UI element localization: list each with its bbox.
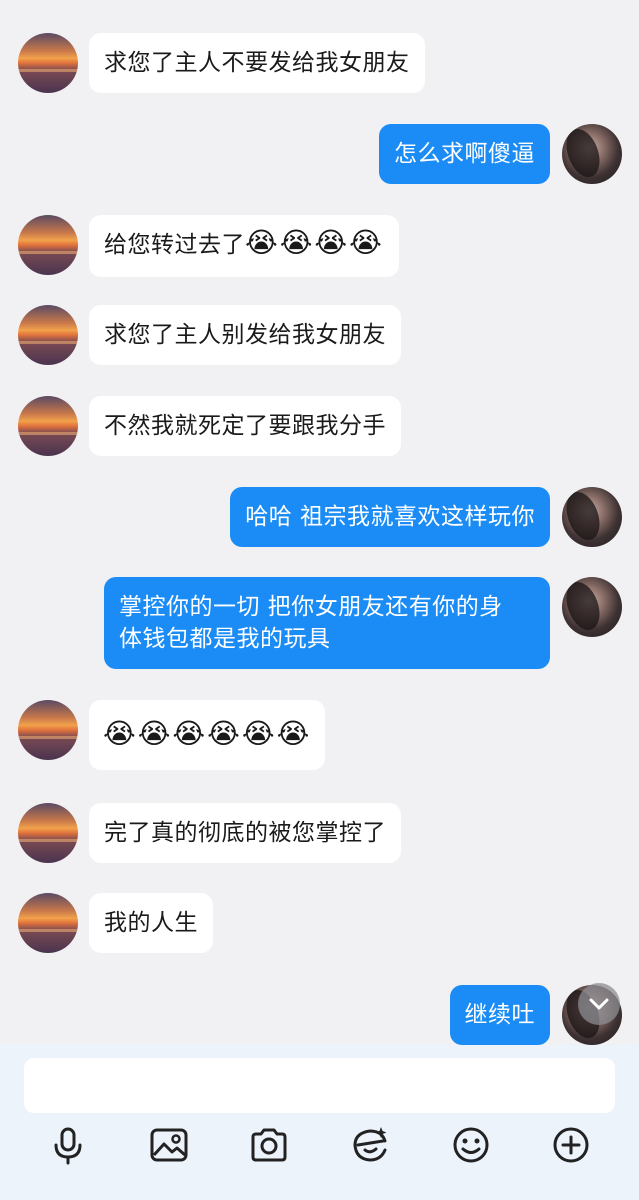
my-avatar[interactable] <box>562 124 622 184</box>
message-text: 完了真的彻底的被您掌控了 <box>104 820 386 846</box>
camera-button[interactable] <box>247 1123 291 1167</box>
chevron-down-icon <box>589 998 609 1010</box>
message-text: 求您了主人别发给我女朋友 <box>104 322 386 348</box>
message-bubble[interactable]: 怎么求啊傻逼 <box>379 124 550 184</box>
message-text-line: 掌控你的一切 把你女朋友还有你的身 <box>119 594 503 620</box>
emoji-icon <box>453 1127 489 1163</box>
peer-avatar[interactable] <box>18 803 78 863</box>
input-bar <box>0 1045 639 1200</box>
message-text: 给您转过去了 <box>104 232 245 258</box>
message-bubble[interactable]: 😭😭😭😭😭😭 <box>89 700 326 770</box>
my-avatar[interactable] <box>562 577 622 637</box>
message-text: 我的人生 <box>104 910 198 936</box>
my-avatar[interactable] <box>562 487 622 547</box>
message-bubble[interactable]: 求您了主人不要发给我女朋友 <box>89 33 425 93</box>
crying-emoji: 😭😭😭😭😭😭 <box>103 717 312 750</box>
message-text: 怎么求啊傻逼 <box>394 141 535 167</box>
message-input[interactable] <box>24 1058 615 1113</box>
plus-icon <box>553 1127 589 1163</box>
scroll-to-bottom-button[interactable] <box>578 983 620 1025</box>
message-bubble[interactable]: 哈哈 祖宗我就喜欢这样玩你 <box>230 487 550 547</box>
message-text: 不然我就死定了要跟我分手 <box>104 413 386 439</box>
message-bubble[interactable]: 我的人生 <box>89 893 213 953</box>
more-button[interactable] <box>549 1123 593 1167</box>
message-text-line: 体钱包都是我的玩具 <box>119 626 331 652</box>
message-text: 哈哈 祖宗我就喜欢这样玩你 <box>245 504 535 530</box>
peer-avatar[interactable] <box>18 893 78 953</box>
peer-avatar[interactable] <box>18 215 78 275</box>
image-icon <box>150 1128 188 1162</box>
message-bubble[interactable]: 掌控你的一切 把你女朋友还有你的身 体钱包都是我的玩具 <box>104 577 550 669</box>
sticker-button[interactable] <box>348 1123 392 1167</box>
message-bubble[interactable]: 不然我就死定了要跟我分手 <box>89 396 401 456</box>
crying-emoji: 😭😭😭😭 <box>245 226 384 259</box>
microphone-icon <box>54 1127 82 1165</box>
image-button[interactable] <box>147 1123 191 1167</box>
peer-avatar[interactable] <box>18 396 78 456</box>
message-bubble[interactable]: 继续吐 <box>449 985 550 1045</box>
message-text: 求您了主人不要发给我女朋友 <box>104 50 410 76</box>
emoji-button[interactable] <box>449 1123 493 1167</box>
peer-avatar[interactable] <box>18 700 78 760</box>
message-list[interactable]: 求您了主人不要发给我女朋友 怎么求啊傻逼 给您转过去了😭😭😭😭 求您了主人别发给… <box>0 0 639 1045</box>
sticker-icon <box>353 1127 387 1162</box>
voice-button[interactable] <box>46 1123 90 1167</box>
camera-icon <box>251 1128 287 1162</box>
message-bubble[interactable]: 求您了主人别发给我女朋友 <box>89 305 401 365</box>
message-bubble[interactable]: 给您转过去了😭😭😭😭 <box>89 215 399 277</box>
message-text: 继续吐 <box>464 1002 535 1028</box>
peer-avatar[interactable] <box>18 305 78 365</box>
message-bubble[interactable]: 完了真的彻底的被您掌控了 <box>89 803 401 863</box>
peer-avatar[interactable] <box>18 33 78 93</box>
